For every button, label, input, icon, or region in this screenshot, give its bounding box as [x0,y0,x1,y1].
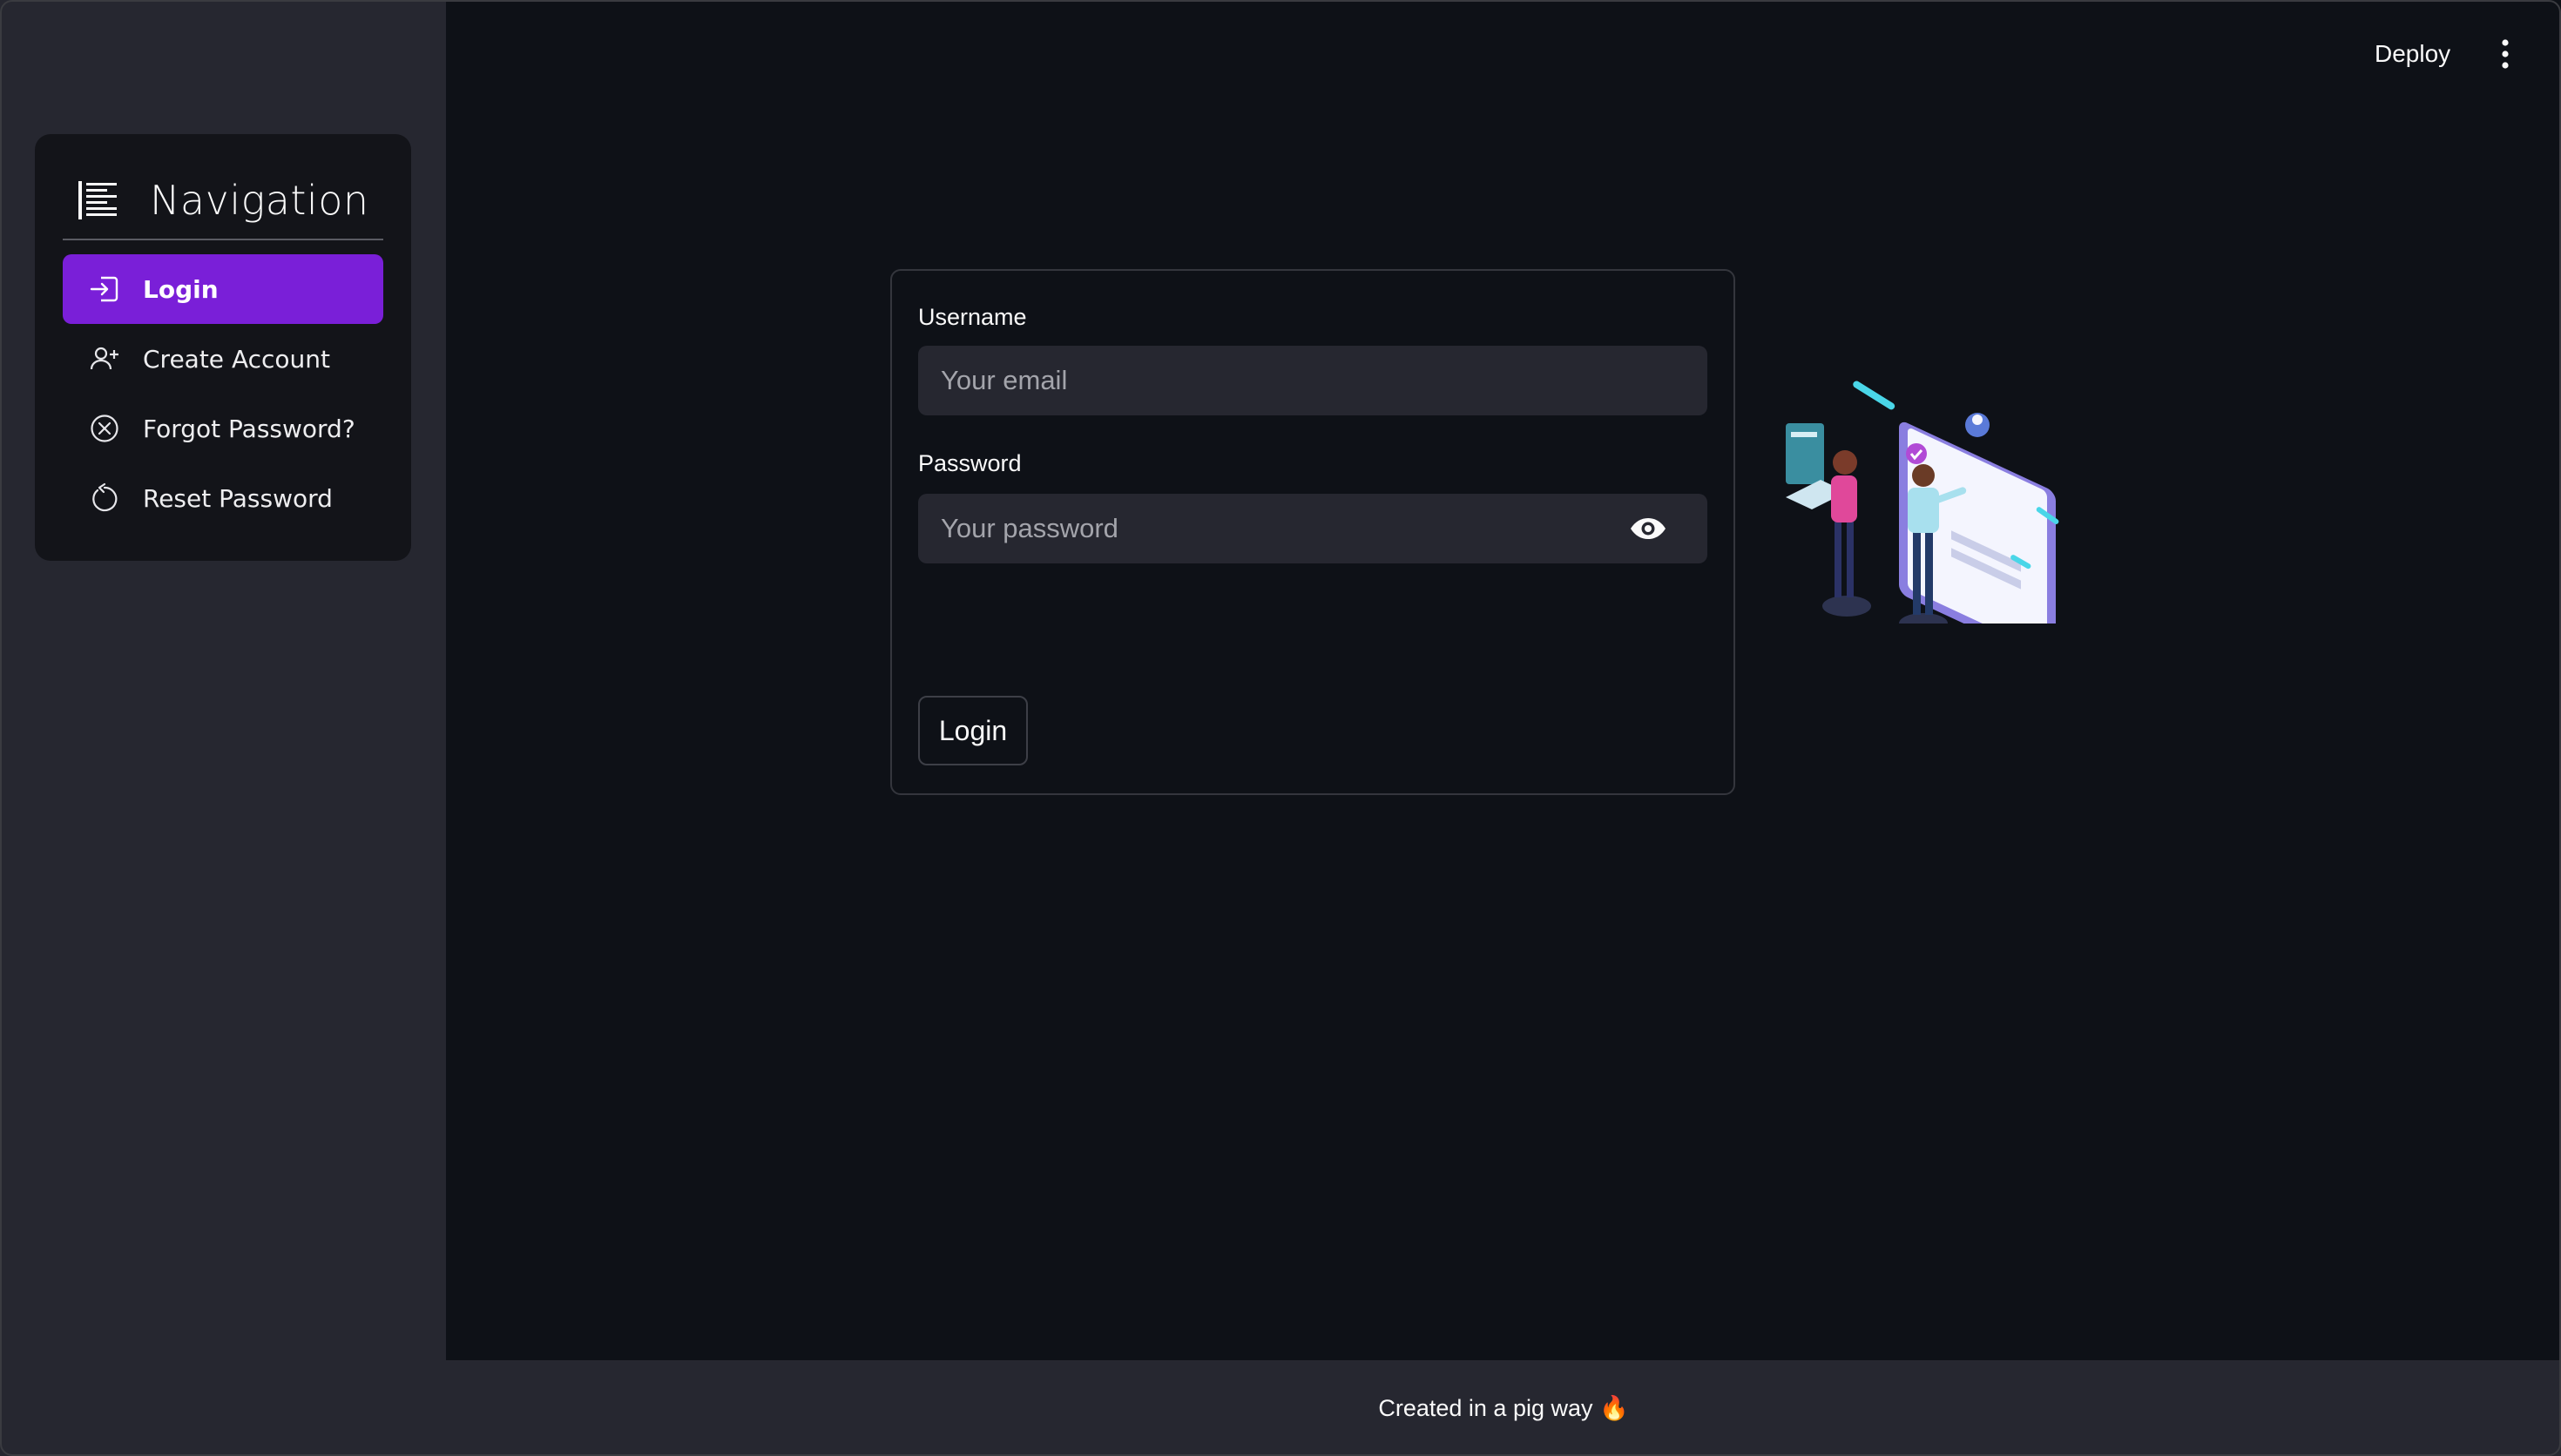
login-form: Username Password Login [890,269,1735,795]
person-add-icon [90,347,118,370]
footer: Created in a pig way 🔥 [446,1360,2561,1456]
username-input[interactable] [918,346,1707,415]
footer-text: Created in a pig way 🔥 [1378,1395,1629,1421]
login-icon [90,276,118,302]
navigation-menu: Navigation Login Create Account Forgot P… [35,134,411,561]
arrow-counterclockwise-icon [92,482,118,512]
nav-divider [63,239,383,240]
nav-item-label: Login [143,274,219,304]
password-label: Password [918,450,1022,476]
sidebar: Navigation Login Create Account Forgot P… [0,0,446,1456]
login-button[interactable]: Login [918,696,1028,765]
nav-item-label: Create Account [143,344,330,374]
password-input[interactable] [918,494,1707,563]
nav-item-create-account[interactable]: Create Account [63,324,383,394]
eye-icon[interactable] [1627,508,1669,549]
nav-title: Navigation [150,177,369,224]
nav-item-login[interactable]: Login [63,254,383,324]
x-circle-icon [91,415,118,442]
vertical-dots-icon[interactable] [2493,37,2517,71]
nav-item-reset-password[interactable]: Reset Password [63,463,383,533]
list-icon [78,181,117,219]
nav-item-label: Forgot Password? [143,414,355,443]
nav-item-forgot-password[interactable]: Forgot Password? [63,394,383,463]
login-illustration [1786,381,2059,624]
nav-item-label: Reset Password [143,483,333,513]
deploy-button[interactable]: Deploy [2375,35,2450,73]
username-label: Username [918,304,1027,330]
nav-header: Navigation [63,165,383,235]
